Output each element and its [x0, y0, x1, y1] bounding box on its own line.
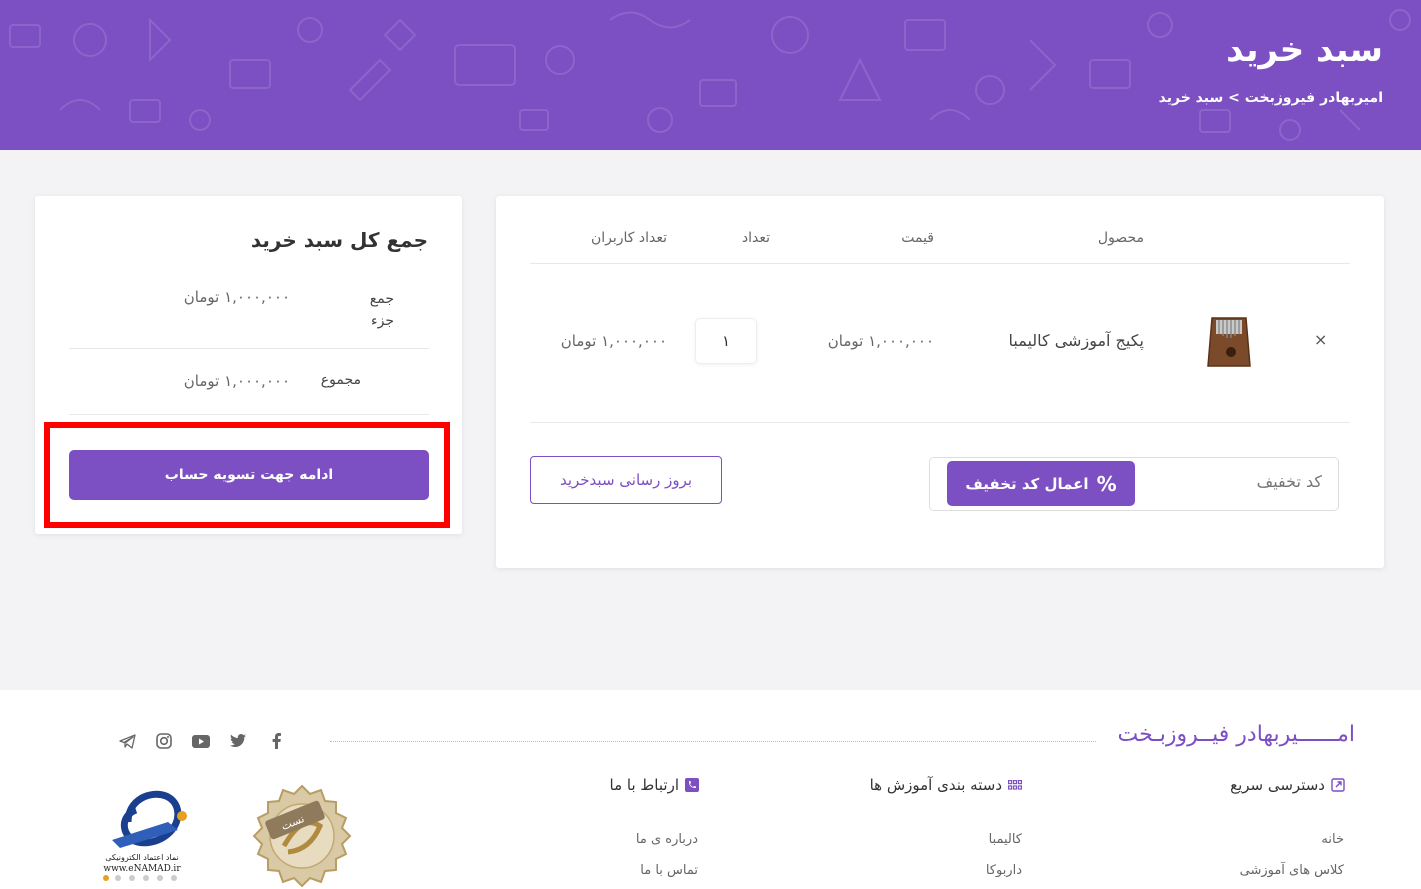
- svg-text:نماد اعتماد الکترونیکی: نماد اعتماد الکترونیکی: [105, 853, 178, 862]
- categories-title: دسته بندی آموزش ها: [870, 776, 1022, 794]
- footer-link-about[interactable]: درباره ی ما: [636, 832, 698, 847]
- dotted-divider: [330, 741, 1096, 742]
- svg-text:www.eNAMAD.ir: www.eNAMAD.ir: [103, 864, 181, 874]
- twitter-icon[interactable]: [227, 730, 249, 752]
- footer-link-classes[interactable]: کلاس های آموزشی: [1240, 863, 1344, 878]
- totals-title: جمع کل سبد خرید: [250, 228, 428, 252]
- page-title: سبد خرید: [1226, 30, 1383, 70]
- divider: [530, 263, 1350, 264]
- total-label: مجموع: [320, 372, 361, 388]
- column-header-users: تعداد کاربران: [590, 230, 667, 246]
- percent-icon: %: [1096, 471, 1117, 496]
- subtotal-value: ۱,۰۰۰,۰۰۰ تومان: [183, 288, 290, 306]
- footer: امــــــیربهادر فیــروزبـخت دسترسی سریع …: [0, 690, 1421, 889]
- contact-title: ارتباط با ما: [610, 776, 699, 794]
- doodle-pattern: [9, 9, 1411, 141]
- samandehi-seal[interactable]: نست: [248, 784, 356, 889]
- apply-coupon-label: اعمال کد تخفیف: [965, 474, 1089, 493]
- enamad-seal[interactable]: نماد اعتماد الکترونیکی www.eNAMAD.ir: [98, 782, 196, 882]
- product-name[interactable]: پکیج آموزشی کالیمبا: [1008, 331, 1144, 350]
- divider: [69, 414, 429, 415]
- update-cart-button[interactable]: بروز رسانی سبدخرید: [530, 456, 722, 504]
- remove-item-button[interactable]: ×: [1314, 330, 1327, 349]
- total-value: ۱,۰۰۰,۰۰۰ تومان: [183, 372, 290, 390]
- kalimba-thumbnail[interactable]: [1204, 314, 1254, 370]
- external-link-icon: [1331, 778, 1345, 792]
- categories-label: دسته بندی آموزش ها: [869, 776, 1002, 794]
- quick-access-title: دسترسی سریع: [1230, 776, 1345, 794]
- telegram-icon[interactable]: [116, 730, 138, 752]
- product-price: ۱,۰۰۰,۰۰۰ تومان: [827, 332, 934, 350]
- column-header-product: محصول: [1097, 230, 1144, 246]
- footer-link-home[interactable]: خانه: [1321, 832, 1344, 847]
- quick-access-label: دسترسی سریع: [1230, 776, 1325, 794]
- grid-icon: [1008, 780, 1022, 790]
- breadcrumb[interactable]: امیربهادر فیروزبخت > سبد خرید: [1159, 90, 1383, 106]
- product-subtotal: ۱,۰۰۰,۰۰۰ تومان: [560, 332, 667, 350]
- apply-coupon-button[interactable]: % اعمال کد تخفیف: [947, 461, 1135, 506]
- youtube-icon[interactable]: [190, 730, 212, 752]
- footer-link-darbuka[interactable]: داربوکا: [986, 863, 1022, 878]
- page-header: سبد خرید امیربهادر فیروزبخت > سبد خرید: [0, 0, 1421, 150]
- cart-table-card: محصول قیمت تعداد تعداد کاربران × پکیج آم…: [496, 196, 1384, 568]
- coupon-input[interactable]: [1132, 472, 1322, 491]
- quantity-input[interactable]: [695, 318, 757, 364]
- divider: [69, 348, 429, 349]
- phone-icon: [685, 778, 699, 792]
- footer-link-contact[interactable]: تماس با ما: [640, 863, 698, 878]
- instagram-icon[interactable]: [153, 730, 175, 752]
- divider: [530, 422, 1350, 423]
- contact-label: ارتباط با ما: [609, 776, 679, 794]
- highlight-box: [44, 422, 450, 528]
- column-header-price: قیمت: [901, 230, 934, 246]
- column-header-quantity: تعداد: [741, 230, 770, 246]
- footer-brand[interactable]: امــــــیربهادر فیــروزبـخت: [1117, 722, 1355, 747]
- footer-link-kalimba[interactable]: کالیمبا: [989, 832, 1022, 847]
- subtotal-label: جمع جزء: [369, 291, 394, 329]
- facebook-icon[interactable]: [265, 730, 287, 752]
- coupon-form: % اعمال کد تخفیف: [929, 457, 1339, 511]
